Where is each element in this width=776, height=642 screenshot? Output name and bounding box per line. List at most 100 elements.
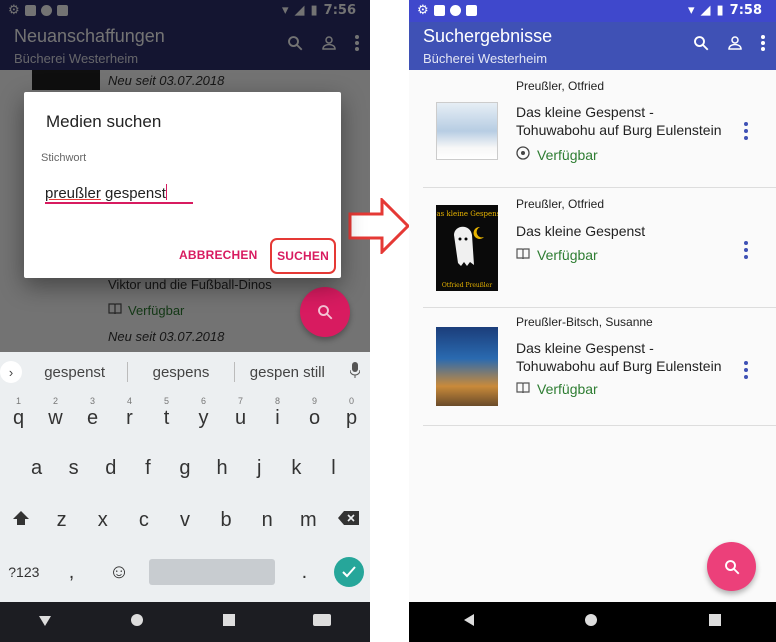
- key-h[interactable]: h: [204, 457, 240, 480]
- suggestion[interactable]: gespens: [128, 364, 233, 381]
- result-availability: Verfügbar: [516, 381, 598, 397]
- key-a[interactable]: a: [19, 457, 55, 480]
- home-icon[interactable]: [129, 612, 145, 633]
- key-e[interactable]: 3e: [75, 396, 111, 430]
- key-i[interactable]: 8i: [260, 396, 296, 430]
- keyword-input[interactable]: preußler gespenst: [45, 184, 193, 204]
- key-l[interactable]: l: [315, 457, 351, 480]
- recents-icon[interactable]: [223, 613, 235, 631]
- chevron-right-icon[interactable]: ›: [0, 361, 22, 383]
- app-bar-subtitle: Bücherei Westerheim: [14, 51, 139, 66]
- account-icon[interactable]: [726, 34, 744, 52]
- app-bar-subtitle: Bücherei Westerheim: [423, 51, 548, 66]
- search-dialog: Medien suchen Stichwort preußler gespens…: [24, 92, 341, 278]
- key-b[interactable]: b: [208, 509, 244, 532]
- disc-icon: [516, 146, 530, 163]
- key-p[interactable]: 0p: [334, 396, 370, 430]
- result-title: Das kleine Gespenst: [516, 223, 646, 239]
- cancel-button[interactable]: ABBRECHEN: [179, 248, 257, 262]
- gear-icon: ⚙: [417, 3, 429, 18]
- key-s[interactable]: s: [56, 457, 92, 480]
- dialog-title: Medien suchen: [46, 112, 162, 131]
- book-cover: [32, 70, 100, 90]
- period-key[interactable]: .: [286, 561, 322, 584]
- list-item[interactable]: Preußler-Bitsch, Susanne Das kleine Gesp…: [423, 308, 776, 426]
- back-icon[interactable]: [463, 613, 474, 631]
- keyboard-row-4: ?123 , ☺ .: [0, 557, 370, 587]
- space-key[interactable]: [148, 559, 275, 585]
- wifi-icon: ▾: [281, 3, 289, 18]
- book-icon: [108, 303, 122, 318]
- key-o[interactable]: 9o: [297, 396, 333, 430]
- list-item[interactable]: Preußler, Otfried Das kleine Gespenst - …: [423, 70, 776, 188]
- book-icon: [516, 247, 530, 263]
- list-item[interactable]: Das kleine Gespenst Otfried Preußler Pre…: [423, 190, 776, 308]
- status-time: 7:56: [323, 3, 356, 18]
- book-cover: Das kleine Gespenst Otfried Preußler: [431, 205, 503, 291]
- svg-text:Das kleine Gespenst: Das kleine Gespenst: [436, 210, 498, 218]
- back-icon[interactable]: [39, 613, 51, 631]
- account-icon[interactable]: [320, 34, 338, 52]
- search-results-list: Preußler, Otfried Das kleine Gespenst - …: [409, 70, 776, 602]
- result-availability: Verfügbar: [516, 247, 598, 263]
- symbols-key[interactable]: ?123: [6, 564, 42, 580]
- mic-icon[interactable]: [340, 362, 370, 382]
- key-r[interactable]: 4r: [112, 396, 148, 430]
- more-vert-icon[interactable]: [744, 361, 748, 379]
- key-t[interactable]: 5t: [149, 396, 185, 430]
- sync-icon: [449, 5, 461, 16]
- status-bar: ⚙ ▾ ◢ ▮ 7:56: [0, 0, 370, 22]
- sync-icon: [40, 5, 52, 16]
- navigation-bar: [409, 602, 776, 642]
- key-d[interactable]: d: [93, 457, 129, 480]
- item-availability: Verfügbar: [108, 303, 184, 318]
- item-date: Neu seit 03.07.2018: [108, 73, 225, 88]
- search-button[interactable]: SUCHEN: [270, 238, 336, 274]
- key-g[interactable]: g: [167, 457, 203, 480]
- result-availability: Verfügbar: [516, 146, 598, 163]
- more-vert-icon[interactable]: [760, 34, 766, 52]
- comma-key[interactable]: ,: [53, 561, 89, 584]
- key-w[interactable]: 2w: [38, 396, 74, 430]
- key-q[interactable]: 1q: [1, 396, 37, 430]
- recents-icon[interactable]: [709, 613, 722, 631]
- search-fab[interactable]: [300, 287, 350, 337]
- navigation-bar: [0, 602, 370, 642]
- wifi-icon: ▾: [687, 3, 695, 18]
- home-icon[interactable]: [583, 612, 599, 633]
- svg-text:Otfried Preußler: Otfried Preußler: [442, 282, 492, 289]
- emoji-icon[interactable]: ☺: [101, 561, 137, 584]
- key-n[interactable]: n: [249, 509, 285, 532]
- key-u[interactable]: 7u: [223, 396, 259, 430]
- search-icon[interactable]: [286, 34, 304, 52]
- more-vert-icon[interactable]: [744, 122, 748, 140]
- key-z[interactable]: z: [44, 509, 80, 532]
- suggestion[interactable]: gespenst: [22, 364, 127, 381]
- right-phone-screen: ⚙ ▾ ◢ ▮ 7:58 Suchergebnisse Bücherei Wes…: [409, 0, 776, 642]
- key-v[interactable]: v: [167, 509, 203, 532]
- more-vert-icon[interactable]: [354, 34, 360, 52]
- keyboard-row-2: asdfghjkl: [0, 457, 370, 480]
- keyboard-switch-icon[interactable]: [313, 613, 331, 631]
- key-y[interactable]: 6y: [186, 396, 222, 430]
- key-x[interactable]: x: [85, 509, 121, 532]
- shift-key[interactable]: [3, 509, 39, 532]
- key-m[interactable]: m: [290, 509, 326, 532]
- suggestion[interactable]: gespen still: [235, 364, 340, 381]
- key-j[interactable]: j: [241, 457, 277, 480]
- more-vert-icon[interactable]: [744, 241, 748, 259]
- result-title: Das kleine Gespenst - Tohuwabohu auf Bur…: [516, 104, 722, 138]
- enter-key[interactable]: [334, 557, 365, 587]
- search-fab[interactable]: [707, 542, 756, 591]
- search-icon[interactable]: [692, 34, 710, 52]
- battery-icon: ▮: [310, 3, 318, 18]
- battery-icon: ▮: [716, 3, 724, 18]
- soft-keyboard: › gespenst gespens gespen still 1q2w3e4r…: [0, 352, 370, 602]
- key-k[interactable]: k: [278, 457, 314, 480]
- key-c[interactable]: c: [126, 509, 162, 532]
- key-f[interactable]: f: [130, 457, 166, 480]
- left-phone-screen: ⚙ ▾ ◢ ▮ 7:56 Neuanschaffungen Bücherei W…: [0, 0, 370, 642]
- status-time: 7:58: [729, 3, 762, 18]
- mail-icon: [433, 5, 445, 16]
- backspace-key[interactable]: [331, 509, 367, 532]
